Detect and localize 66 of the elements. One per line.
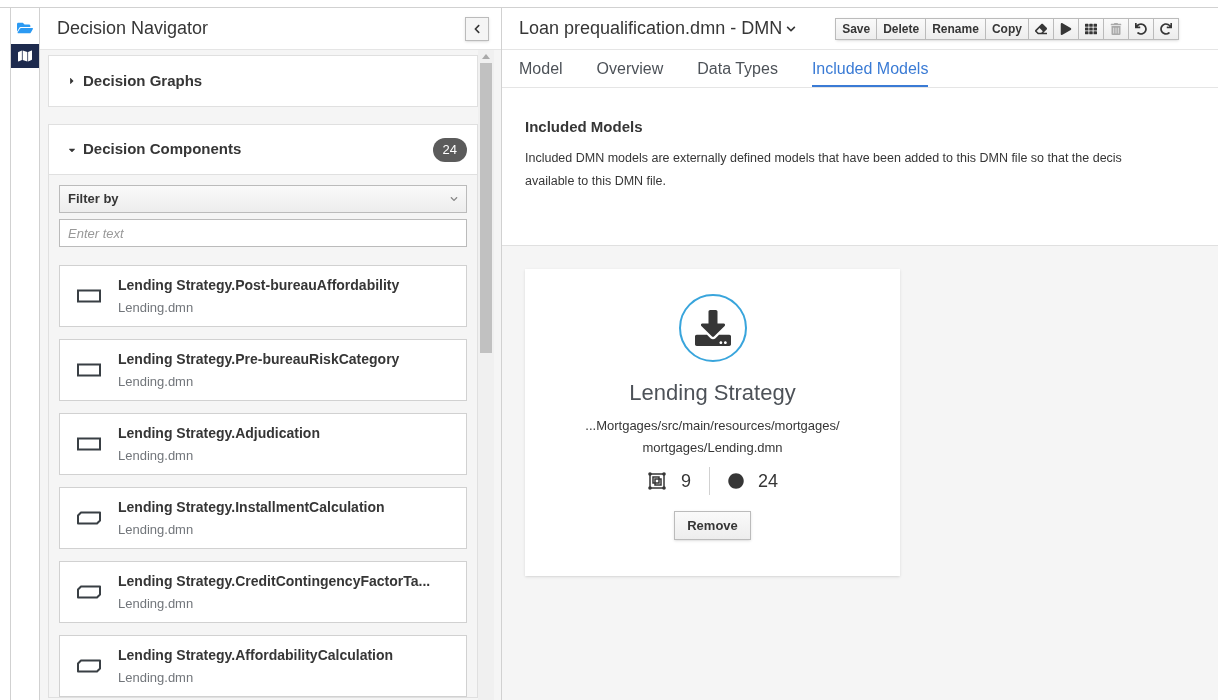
download-icon [678, 294, 747, 362]
drg-count: 9 [680, 469, 691, 493]
collapse-button[interactable] [465, 16, 489, 41]
rectangle-icon [77, 437, 101, 451]
folder-icon[interactable] [17, 20, 33, 36]
rectangle-icon [77, 289, 101, 303]
tab[interactable]: Data Types [697, 50, 778, 87]
data-type-count: 24 [758, 469, 778, 493]
component-name: Lending Strategy.Post-bureauAffordability [118, 275, 400, 295]
grid-icon [1084, 22, 1097, 35]
component-file: Lending.dmn [118, 298, 195, 317]
rectangle-icon [77, 363, 101, 377]
undo-icon [1134, 22, 1147, 35]
tab[interactable]: Included Models [811, 50, 929, 87]
toolbar-button[interactable]: Copy [984, 17, 1029, 40]
circle-icon [728, 473, 744, 489]
toolbar-button[interactable]: Rename [925, 17, 986, 40]
nodes-icon [646, 471, 667, 491]
play-icon [1059, 22, 1072, 35]
chevron-left-icon [472, 23, 482, 34]
component-item[interactable]: Lending Strategy.CreditContingencyFactorTa... Lending.dmn [59, 561, 467, 623]
component-file: Lending.dmn [118, 446, 195, 465]
file-title-menu[interactable]: Loan prequalification.dmn - DMN [519, 15, 797, 42]
component-name: Lending Strategy.InstallmentCalculation [118, 497, 385, 517]
redo-icon [1159, 22, 1172, 35]
accordion-header[interactable]: Decision Graphs [49, 56, 477, 106]
component-file: Lending.dmn [118, 594, 195, 613]
grid-button[interactable] [1077, 17, 1104, 40]
component-name: Lending Strategy.CreditContingencyFactorTa... [118, 571, 431, 591]
component-item[interactable]: Lending Strategy.InstallmentCalculation Lending.dmn [59, 487, 467, 549]
component-file: Lending.dmn [118, 372, 195, 391]
map-tab[interactable] [11, 44, 39, 68]
search-field[interactable]: Enter text [59, 219, 467, 247]
component-file: Lending.dmn [118, 520, 195, 539]
map-icon [18, 49, 32, 63]
count-badge: 24 [432, 137, 467, 162]
play-button[interactable] [1052, 17, 1079, 40]
component-item[interactable]: Lending Strategy.Post-bureauAffordability Lending.dmn [59, 265, 467, 327]
eraser-icon [1034, 22, 1047, 35]
component-name: Lending Strategy.Pre-bureauRiskCategory [118, 349, 400, 369]
scrollbar[interactable] [478, 50, 494, 700]
eraser-button[interactable] [1027, 17, 1054, 40]
chevron-down-icon [786, 23, 797, 34]
tab[interactable]: Model [519, 50, 563, 87]
tab[interactable]: Overview [596, 50, 664, 87]
component-item[interactable]: Lending Strategy.Adjudication Lending.dmn [59, 413, 467, 475]
toolbar-button[interactable]: Delete [876, 17, 927, 40]
section-title: Decision Components [83, 139, 242, 160]
component-name: Lending Strategy.AffordabilityCalculation [118, 645, 394, 665]
section-heading: Included Models [525, 117, 644, 137]
undo-button[interactable] [1127, 17, 1154, 40]
component-name: Lending Strategy.Adjudication [118, 423, 320, 443]
chevron-down-icon [450, 195, 458, 203]
trash-icon [1109, 22, 1122, 35]
component-file: Lending.dmn [118, 668, 195, 687]
redo-button[interactable] [1152, 17, 1179, 40]
filter-dropdown[interactable]: Filter by [59, 185, 467, 213]
toolbar-button[interactable]: Save [835, 17, 878, 40]
panel-title: Decision Navigator [57, 17, 209, 40]
model-name: Lending Strategy [629, 379, 796, 407]
remove-button[interactable]: Remove [674, 511, 751, 540]
component-item[interactable]: Lending Strategy.Pre-bureauRiskCategory Lending.dmn [59, 339, 467, 401]
component-item[interactable]: Lending Strategy.AffordabilityCalculation Lending.dmn [59, 635, 467, 697]
description-text: Included DMN models are externally defined models that have been added to this DMN file so that the decis available to this DMN file. [525, 149, 1123, 190]
model-path: ...Mortgages/src/main/resources/mortgages/ mortgages/Lending.dmn [585, 417, 840, 457]
section-title: Decision Graphs [83, 70, 203, 91]
